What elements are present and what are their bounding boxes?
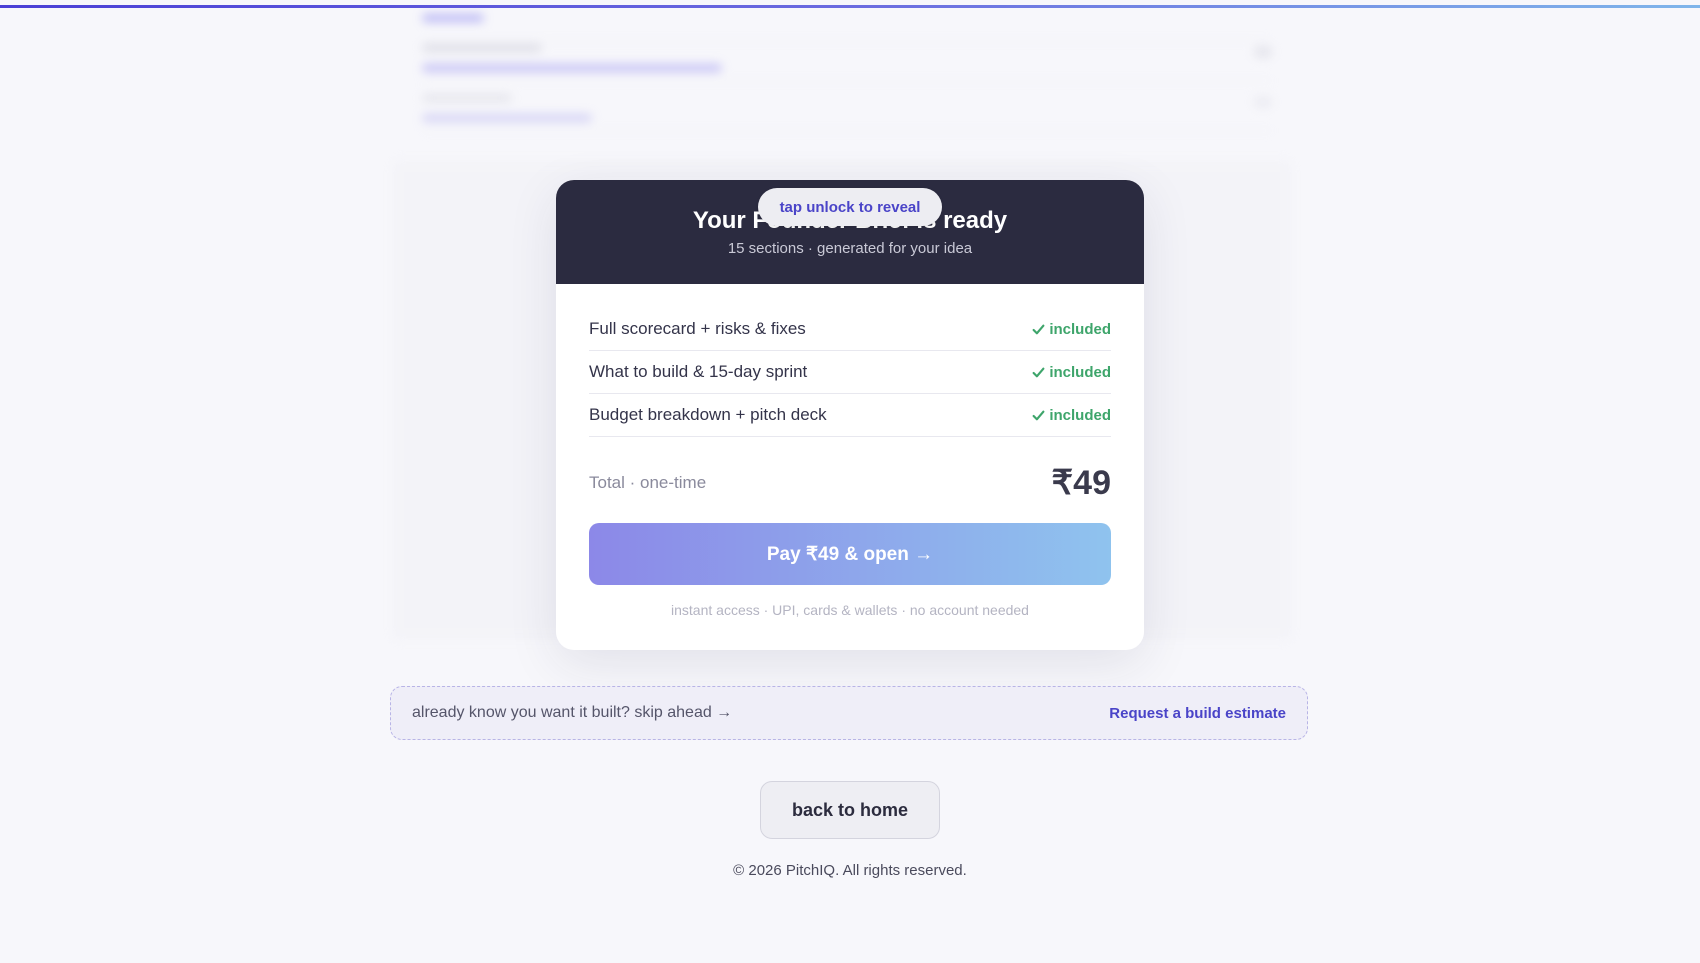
check-icon: [1032, 367, 1045, 377]
unlock-card: Your Founder Brief is ready 15 sections …: [556, 180, 1144, 650]
item-status: included: [1049, 406, 1111, 424]
blurred-row: [422, 40, 1272, 81]
list-item: Full scorecard + risks & fixes included: [589, 308, 1111, 351]
check-icon: [1032, 410, 1045, 420]
list-item: What to build & 15-day sprint included: [589, 351, 1111, 394]
check-icon: [1032, 324, 1045, 334]
item-status: included: [1049, 320, 1111, 338]
request-estimate-link[interactable]: Request a build estimate: [1109, 705, 1286, 722]
included-badge: included: [1032, 407, 1111, 424]
back-to-home-button[interactable]: back to home: [760, 781, 940, 839]
skip-ahead-text: already know you want it built? skip ahe…: [412, 704, 733, 721]
included-list: Full scorecard + risks & fixes included …: [589, 308, 1111, 437]
total-price: ₹49: [1051, 464, 1111, 502]
pay-button[interactable]: Pay ₹49 & open →: [589, 523, 1111, 585]
payment-note: instant access · UPI, cards & wallets · …: [671, 602, 1029, 618]
included-badge: included: [1032, 321, 1111, 338]
item-status: included: [1049, 363, 1111, 381]
list-item: Budget breakdown + pitch deck included: [589, 394, 1111, 437]
total-label: Total · one-time: [589, 473, 707, 492]
item-label: Full scorecard + risks & fixes: [589, 319, 806, 338]
blurred-row: [422, 90, 1272, 131]
card-subtitle: 15 sections · generated for your idea: [727, 240, 973, 257]
footer-copyright: © 2026 PitchIQ. All rights reserved.: [733, 862, 967, 879]
included-badge: included: [1032, 364, 1111, 381]
blurred-row: [422, 0, 1272, 41]
item-label: Budget breakdown + pitch deck: [589, 405, 827, 424]
total-row: Total · one-time ₹49: [589, 460, 1111, 506]
tap-unlock-pill[interactable]: tap unlock to reveal: [758, 188, 942, 226]
skip-ahead-banner: already know you want it built? skip ahe…: [390, 686, 1308, 740]
item-label: What to build & 15-day sprint: [589, 362, 808, 381]
